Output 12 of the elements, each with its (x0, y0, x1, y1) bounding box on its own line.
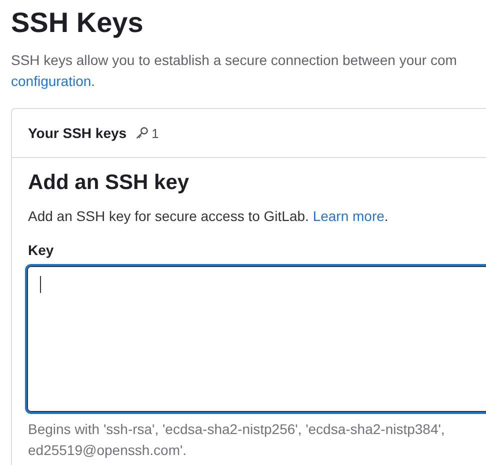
key-help-text: Begins with 'ssh-rsa', 'ecdsa-sha2-nistp256', 'ecdsa-sha2-nistp384', ed25519@openssh.com'. (28, 420, 446, 460)
key-icon (134, 126, 149, 140)
page-description: SSH keys allow you to establish a secure connection between your com configuration. (11, 51, 458, 91)
configuration-link[interactable]: configuration (11, 73, 92, 89)
card-title: Your SSH keys (28, 125, 127, 141)
learn-more-link[interactable]: Learn more (312, 208, 384, 224)
key-count: 1 (152, 126, 159, 140)
form-description: Add an SSH key for secure access to GitLab. Learn more. (28, 207, 390, 226)
key-label: Key (28, 242, 55, 258)
page-title: SSH Keys (11, 6, 144, 40)
key-input-field[interactable] (27, 266, 486, 412)
form-heading: Add an SSH key (28, 170, 190, 196)
